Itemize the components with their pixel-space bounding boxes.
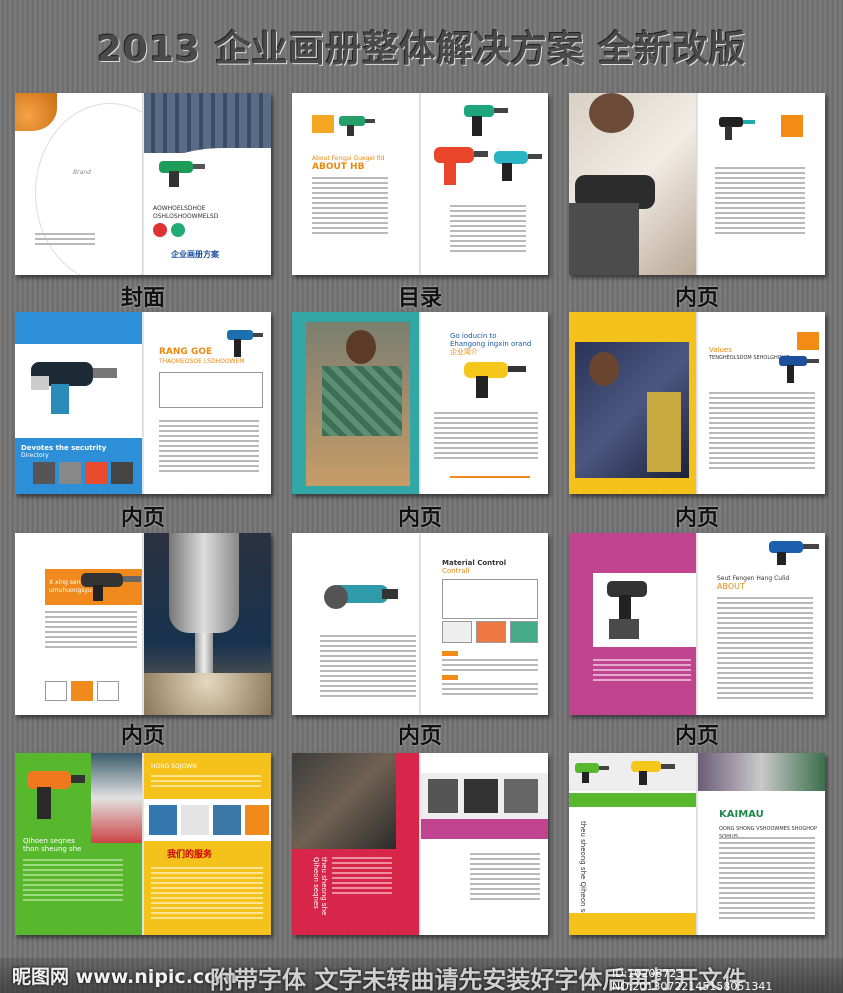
banner-title: 2013 企业画册整体解决方案 全新改版 bbox=[96, 29, 747, 70]
caption-inner-3: 内页 bbox=[397, 506, 442, 531]
toc-left: About Fengpi Guegel ltd ABOUT HB bbox=[292, 93, 420, 275]
inner-5-left: X xing seng umuhuongsyu bbox=[15, 533, 143, 715]
inner-3-left bbox=[292, 312, 420, 494]
drill-icon bbox=[779, 356, 819, 383]
hong-title: HONG SOJOWN bbox=[151, 763, 197, 770]
drill-red-icon bbox=[434, 147, 488, 185]
inner-6-left bbox=[292, 533, 420, 715]
grinder-icon bbox=[324, 585, 398, 609]
caption-inner-4: 内页 bbox=[674, 506, 719, 531]
drill-icon bbox=[159, 161, 205, 187]
go-sub: Ehangong ingxin orand bbox=[450, 340, 532, 348]
caption-inner-2: 内页 bbox=[120, 506, 165, 531]
inner-9-left: theu sheong she Qiheon seqnes bbox=[292, 753, 420, 935]
drill-icon bbox=[769, 541, 819, 565]
spread-inner-5: X xing seng umuhuongsyu bbox=[15, 533, 271, 715]
watermark-bar: 昵图网 www.nipic.com 附带字体 文字未转曲请先安装好字体后再打开文… bbox=[0, 958, 843, 993]
wo-title: 我们的服务 bbox=[167, 850, 213, 860]
cover-line2: OSHLOSHOOWMELSD bbox=[153, 213, 219, 220]
inner-8-left: Qihoen seqnes thon sheung she bbox=[15, 753, 143, 935]
inner-7-left bbox=[569, 533, 697, 715]
cover-front: AOWHOELSDHOE OSHLOSHOOWMELSD 企业画册方案 bbox=[143, 93, 271, 275]
spread-inner-9: theu sheong she Qiheon seqnes bbox=[292, 753, 548, 935]
drill-yellow-icon bbox=[631, 761, 675, 785]
inner-3-right: Go ioducin to Ehangong ingxin orand 企业简介 bbox=[420, 312, 548, 494]
spread-toc: About Fengpi Guegel ltd ABOUT HB bbox=[292, 93, 548, 275]
caption-toc: 目录 bbox=[397, 286, 442, 311]
caption-inner-1: 内页 bbox=[674, 286, 719, 311]
inner-2-right: RANG GOE THAOMEOSOE LSDHOOWEM bbox=[143, 312, 271, 494]
site-watermark: 昵图网 www.nipic.com bbox=[12, 966, 238, 988]
drill-icon bbox=[81, 573, 141, 601]
devotes-title: Devotes the secutrity bbox=[21, 444, 107, 452]
spread-cover: Brand AOWHOELSDHOE OSHLOSHOOWMELSD 企业画册方… bbox=[15, 93, 271, 275]
inner-2-left: Devotes the secutrity Directory bbox=[15, 312, 143, 494]
drill-teal-icon bbox=[494, 151, 542, 181]
go-title: Go ioducin to bbox=[450, 332, 497, 340]
drill-icon bbox=[719, 117, 755, 140]
spread-inner-8: Qihoen seqnes thon sheung she HONG SOJOW… bbox=[15, 753, 271, 935]
cordless-drill-icon bbox=[607, 581, 647, 639]
caption-inner-6: 内页 bbox=[397, 724, 442, 749]
cover-line1: AOWHOELSDHOE bbox=[153, 205, 206, 212]
cover-back: Brand bbox=[15, 93, 143, 275]
caption-inner-5: 内页 bbox=[120, 724, 165, 749]
drill-icon bbox=[575, 763, 609, 783]
cover-brand: Brand bbox=[73, 169, 91, 176]
material-sub: Contrall bbox=[442, 567, 470, 575]
qihoen-sub: thon sheung she bbox=[23, 845, 82, 853]
inner-1-text bbox=[697, 93, 825, 275]
photo-drilling bbox=[569, 93, 697, 275]
drill-icon bbox=[464, 105, 508, 136]
inner-9-right bbox=[420, 753, 548, 935]
inner-7-right: Seut Fengen Hang Culid ABOUT bbox=[697, 533, 825, 715]
about-pink-sub: ABOUT bbox=[717, 582, 745, 591]
spread-inner-1 bbox=[569, 93, 825, 275]
hammer-drill-icon bbox=[31, 362, 117, 414]
spread-back-cover: theu sheong she Qiheon seqnes KAIMAU QON… bbox=[569, 753, 825, 935]
back-left: theu sheong she Qiheon seqnes bbox=[569, 753, 697, 935]
vertical-text: theu sheong she Qiheon seqnes bbox=[312, 857, 328, 916]
inner-4-right: Values TENGHEOLSDOM SEHOLGHOWE bbox=[697, 312, 825, 494]
go-cn: 企业简介 bbox=[450, 348, 478, 356]
spread-inner-2: Devotes the secutrity Directory RANG GOE… bbox=[15, 312, 271, 494]
spread-inner-4: Values TENGHEOLSDOM SEHOLGHOWE bbox=[569, 312, 825, 494]
drill-icon bbox=[227, 330, 263, 357]
inner-6-right: Material Control Contrall bbox=[420, 533, 548, 715]
spread-inner-6: Material Control Contrall bbox=[292, 533, 548, 715]
spread-inner-3: Go ioducin to Ehangong ingxin orand 企业简介 bbox=[292, 312, 548, 494]
cover-logo: 企业画册方案 bbox=[171, 250, 219, 259]
toc-title: ABOUT HB bbox=[312, 162, 365, 172]
caption-inner-7: 内页 bbox=[674, 724, 719, 749]
photo-drill-bit bbox=[143, 533, 271, 715]
material-title: Material Control bbox=[442, 559, 507, 567]
rang-title: RANG GOE bbox=[159, 347, 213, 357]
toc-right bbox=[420, 93, 548, 275]
image-id: ID:10206723 NO:20130722145158051341 bbox=[612, 967, 773, 993]
drill-yellow-icon bbox=[464, 362, 526, 398]
devotes-sub: Directory bbox=[21, 452, 49, 459]
values-title: Values bbox=[709, 346, 732, 354]
spread-inner-7: Seut Fengen Hang Culid ABOUT bbox=[569, 533, 825, 715]
drill-icon bbox=[339, 116, 375, 136]
kaimau-title: KAIMAU bbox=[719, 809, 764, 820]
back-right: KAIMAU QONG SHONG VSHOOWMES SHOGHOP SOHU… bbox=[697, 753, 825, 935]
qihoen-title: Qihoen seqnes bbox=[23, 837, 75, 845]
drill-orange-icon bbox=[27, 771, 85, 819]
caption-cover: 封面 bbox=[120, 286, 165, 311]
inner-8-right: HONG SOJOWN 我们的服务 bbox=[143, 753, 271, 935]
inner-4-left bbox=[569, 312, 697, 494]
